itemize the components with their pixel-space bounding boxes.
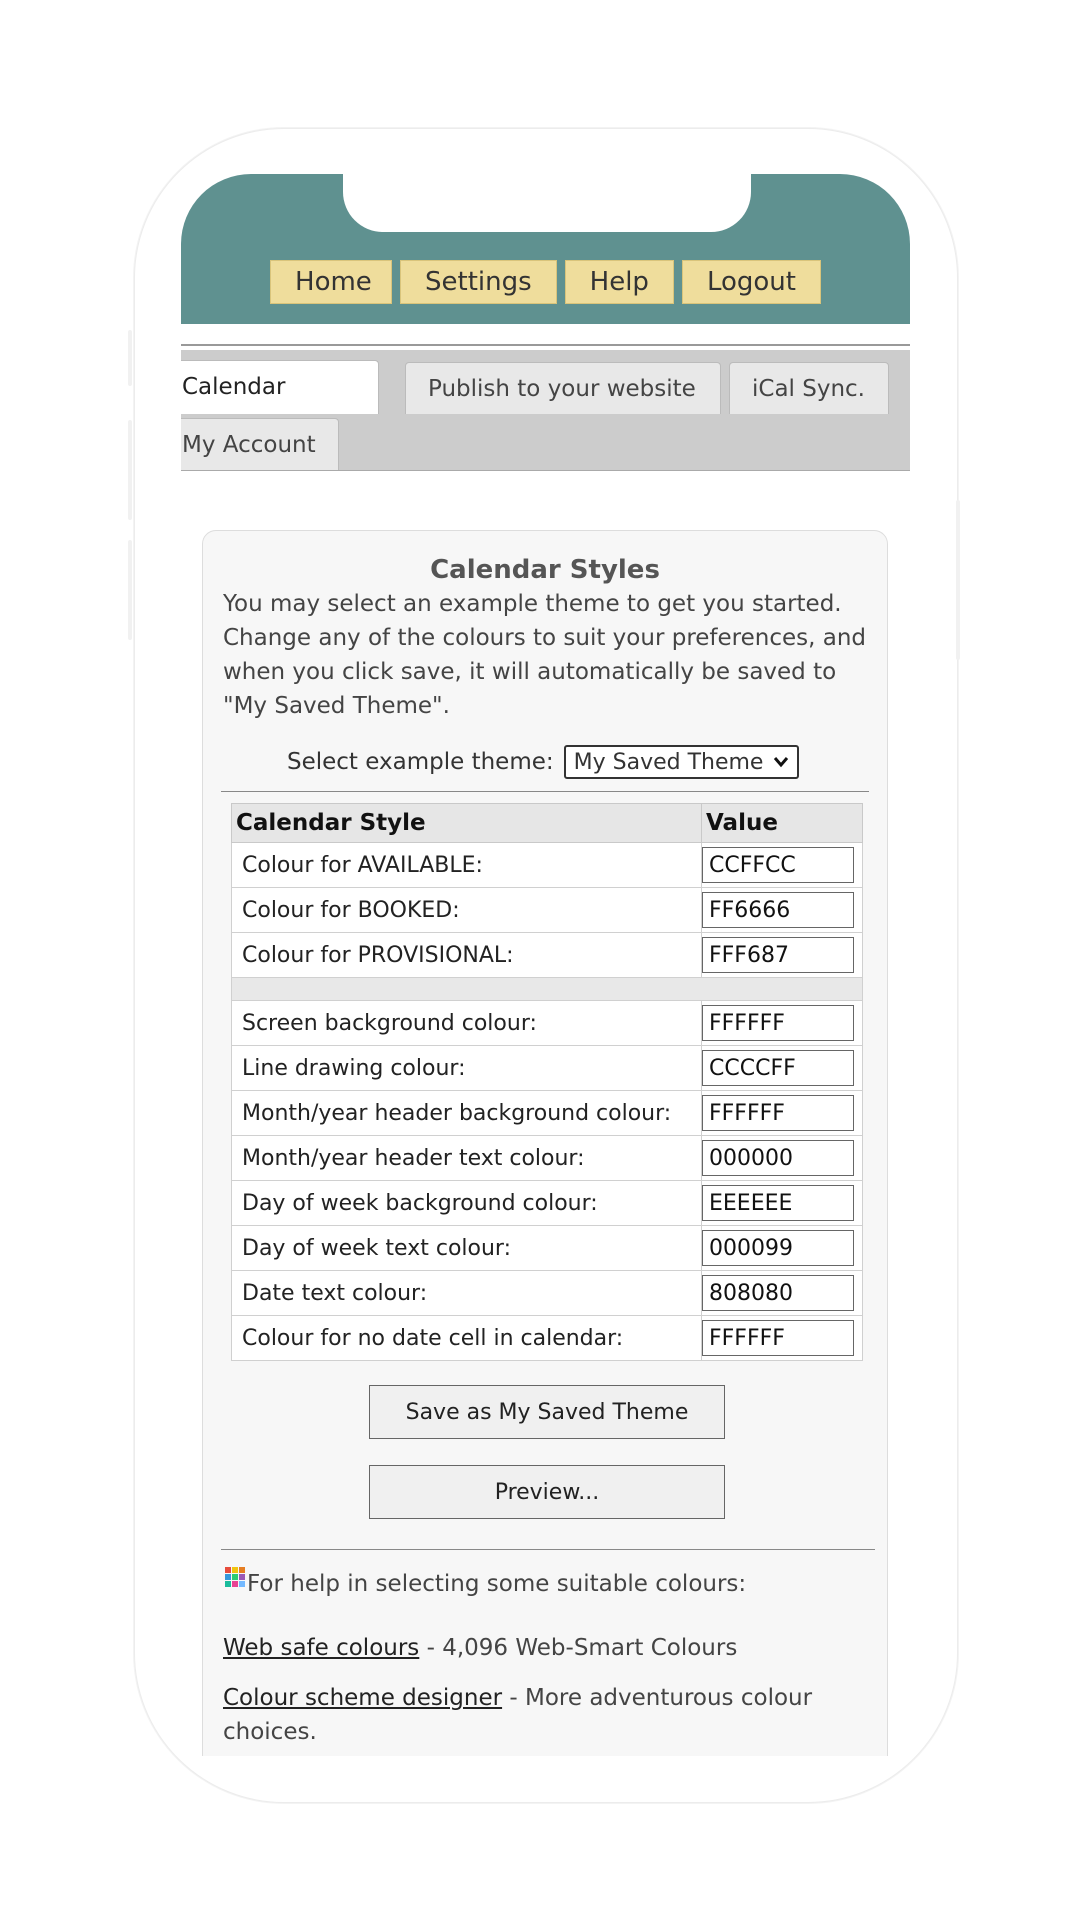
colour-value-input[interactable]: FFFFFF	[702, 1095, 854, 1131]
style-value-cell: FFFFFF	[701, 1315, 863, 1361]
nav-home-button[interactable]: Home	[270, 260, 393, 304]
style-value-cell: FF6666	[701, 887, 863, 933]
phone-side-button	[128, 420, 132, 520]
calendar-styles-card: Calendar Styles You may select an exampl…	[202, 530, 888, 1756]
preview-button[interactable]: Preview...	[369, 1465, 725, 1519]
table-row: Colour for AVAILABLE: CCFFCC	[231, 842, 863, 888]
style-label: Day of week background colour:	[231, 1180, 702, 1226]
theme-select-value: My Saved Theme	[573, 749, 764, 775]
style-label: Day of week text colour:	[231, 1225, 702, 1271]
style-value-cell: CCCCFF	[701, 1045, 863, 1091]
divider	[221, 1549, 875, 1550]
phone-side-button	[956, 500, 960, 660]
app-header: Home Settings Help Logout	[181, 174, 910, 324]
colour-value-input[interactable]: FFF687	[702, 937, 854, 973]
style-value-cell: CCFFCC	[701, 842, 863, 888]
colour-value-input[interactable]: 000099	[702, 1230, 854, 1266]
colour-value-input[interactable]: FFFFFF	[702, 1005, 854, 1041]
nav-help-button[interactable]: Help	[564, 260, 674, 304]
style-value-cell: EEEEEE	[701, 1180, 863, 1226]
table-row: Colour for BOOKED: FF6666	[231, 887, 863, 933]
phone-side-button	[128, 540, 132, 640]
style-label: Month/year header background colour:	[231, 1090, 702, 1136]
tab-publish-website[interactable]: Publish to your website	[405, 362, 721, 414]
colour-value-input[interactable]: CCCCFF	[702, 1050, 854, 1086]
style-value-cell: 000099	[701, 1225, 863, 1271]
column-header-value: Value	[701, 803, 863, 843]
web-safe-desc: - 4,096 Web-Smart Colours	[419, 1635, 738, 1661]
nav-settings-button[interactable]: Settings	[400, 260, 557, 304]
colour-value-input[interactable]: EEEEEE	[702, 1185, 854, 1221]
theme-select-row: Select example theme: My Saved Theme	[287, 745, 800, 779]
phone-notch	[343, 174, 751, 232]
style-label: Colour for no date cell in calendar:	[231, 1315, 702, 1361]
chevron-down-icon	[774, 757, 789, 768]
colour-value-input[interactable]: FF6666	[702, 892, 854, 928]
theme-select[interactable]: My Saved Theme	[563, 745, 800, 779]
table-spacer-row	[231, 977, 863, 1001]
card-title: Calendar Styles	[430, 555, 660, 585]
table-row: Date text colour: 808080	[231, 1270, 863, 1316]
web-safe-colours-link[interactable]: Web safe colours	[223, 1635, 419, 1661]
table-row: Screen background colour: FFFFFF	[231, 1000, 863, 1046]
colour-value-input[interactable]: FFFFFF	[702, 1320, 854, 1356]
table-row: Day of week text colour: 000099	[231, 1225, 863, 1271]
tab-my-account[interactable]: My Account	[181, 418, 339, 470]
style-label: Colour for PROVISIONAL:	[231, 932, 702, 978]
style-value-cell: FFF687	[701, 932, 863, 978]
tab-calendar-options[interactable]: Calendar options	[181, 360, 379, 452]
scheme-line: Colour scheme designer - More adventurou…	[223, 1681, 863, 1749]
table-row: Day of week background colour: EEEEEE	[231, 1180, 863, 1226]
table-row: Month/year header background colour: FFFF…	[231, 1090, 863, 1136]
style-label: Colour for BOOKED:	[231, 887, 702, 933]
column-header-style: Calendar Style	[231, 803, 702, 843]
style-label: Date text colour:	[231, 1270, 702, 1316]
colour-value-input[interactable]: 000000	[702, 1140, 854, 1176]
top-nav: Home Settings Help Logout	[181, 260, 910, 304]
table-row: Colour for no date cell in calendar: FFFF…	[231, 1315, 863, 1361]
intro-text: You may select an example theme to get y…	[223, 591, 867, 719]
tabs-divider	[181, 344, 910, 346]
style-value-cell: FFFFFF	[701, 1000, 863, 1046]
style-value-cell: 000000	[701, 1135, 863, 1181]
theme-select-label: Select example theme:	[287, 749, 554, 775]
style-label: Line drawing colour:	[231, 1045, 702, 1091]
colour-scheme-designer-link[interactable]: Colour scheme designer	[223, 1685, 502, 1711]
phone-screen: Home Settings Help Logout Calendar optio…	[181, 174, 910, 1756]
help-intro-text: For help in selecting some suitable colo…	[247, 1571, 747, 1597]
style-label: Colour for AVAILABLE:	[231, 842, 702, 888]
style-label: Screen background colour:	[231, 1000, 702, 1046]
color-palette-icon	[223, 1565, 245, 1587]
style-value-cell: 808080	[701, 1270, 863, 1316]
help-intro: For help in selecting some suitable colo…	[223, 1565, 746, 1597]
table-header-row: Calendar Style Value	[231, 803, 863, 843]
nav-logout-button[interactable]: Logout	[681, 260, 821, 304]
phone-side-button	[128, 330, 132, 386]
colour-value-input[interactable]: CCFFCC	[702, 847, 854, 883]
style-label: Month/year header text colour:	[231, 1135, 702, 1181]
spacer-cell	[231, 977, 863, 1001]
tab-ical-sync[interactable]: iCal Sync.	[729, 362, 889, 414]
colour-value-input[interactable]: 808080	[702, 1275, 854, 1311]
save-theme-button[interactable]: Save as My Saved Theme	[369, 1385, 725, 1439]
tab-bar: Calendar options Publish to your website…	[181, 350, 910, 471]
web-safe-line: Web safe colours - 4,096 Web-Smart Colou…	[223, 1635, 737, 1661]
styles-table: Calendar Style Value Colour for AVAILABL…	[231, 803, 863, 1361]
table-row: Month/year header text colour: 000000	[231, 1135, 863, 1181]
divider	[221, 791, 869, 792]
table-row: Line drawing colour: CCCCFF	[231, 1045, 863, 1091]
table-row: Colour for PROVISIONAL: FFF687	[231, 932, 863, 978]
style-value-cell: FFFFFF	[701, 1090, 863, 1136]
